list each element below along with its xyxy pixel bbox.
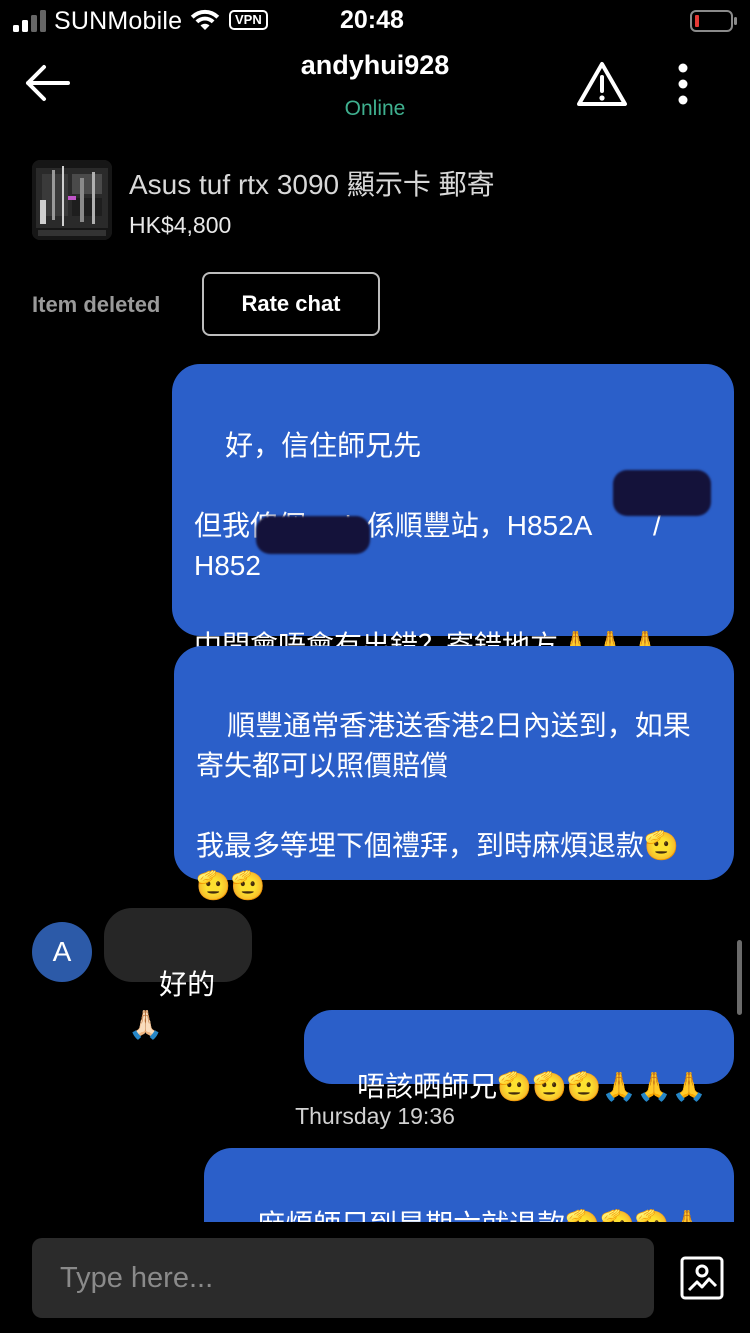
graphics-card-image	[32, 160, 112, 240]
message-bubble-sent[interactable]: 好，信住師兄先 但我俾個code係順豐站，H852A / H852 中間會唔會有…	[172, 364, 734, 661]
clock: 20:48	[340, 6, 404, 34]
scrollbar[interactable]	[737, 940, 742, 1015]
avatar[interactable]: A	[32, 922, 92, 982]
message-bubble-sent[interactable]: 麻煩師兄到星期六就退款🫡🫡🫡🙏 🙏🙏	[204, 1148, 734, 1222]
message-input-container[interactable]	[32, 1238, 654, 1318]
message-text: 唔該晒師兄🫡🫡🫡🙏🙏🙏	[357, 1071, 707, 1102]
message-text: 順豐通常香港送香港2日內送到，如果 寄失都可以照價賠償 我最多等埋下個禮拜，到時…	[196, 710, 691, 901]
rate-chat-button[interactable]: Rate chat	[202, 272, 380, 336]
message-bubble-sent[interactable]: 順豐通常香港送香港2日內送到，如果 寄失都可以照價賠償 我最多等埋下個禮拜，到時…	[174, 646, 734, 901]
message-text: 好的🙏🏻	[128, 969, 216, 1040]
message-bubble-received[interactable]: 好的🙏🏻	[104, 908, 252, 1040]
online-status: Online	[344, 97, 406, 120]
message-text: 麻煩師兄到星期六就退款🫡🫡🫡🙏 🙏🙏	[226, 1209, 704, 1222]
status-bar: SUNMobile VPN 20:48	[0, 0, 750, 42]
chat-messages[interactable]: 好，信住師兄先 但我俾個code係順豐站，H852A / H852 中間會唔會有…	[0, 340, 750, 1222]
item-title[interactable]: Asus tuf rtx 3090 顯示卡 郵寄	[129, 163, 495, 203]
carrier-name: SUNMobile	[54, 7, 183, 35]
chat-username: andyhui928	[300, 50, 450, 80]
vpn-badge: VPN	[229, 10, 268, 30]
item-price: HK$4,800	[129, 212, 232, 238]
image-upload-icon[interactable]	[680, 1256, 724, 1300]
redaction-mark	[613, 470, 711, 516]
message-timestamp: Thursday 19:36	[295, 1103, 455, 1129]
more-vertical-icon[interactable]	[668, 60, 698, 110]
battery-icon	[690, 10, 737, 32]
message-input[interactable]	[32, 1238, 654, 1318]
message-bubble-sent[interactable]: 唔該晒師兄🫡🫡🫡🙏🙏🙏	[304, 1010, 734, 1102]
redaction-mark	[256, 516, 370, 554]
wifi-icon	[190, 9, 220, 30]
warning-icon[interactable]	[576, 60, 628, 108]
item-deleted-label: Item deleted	[32, 292, 161, 317]
signal-icon	[13, 10, 46, 32]
item-thumbnail[interactable]	[32, 160, 112, 240]
